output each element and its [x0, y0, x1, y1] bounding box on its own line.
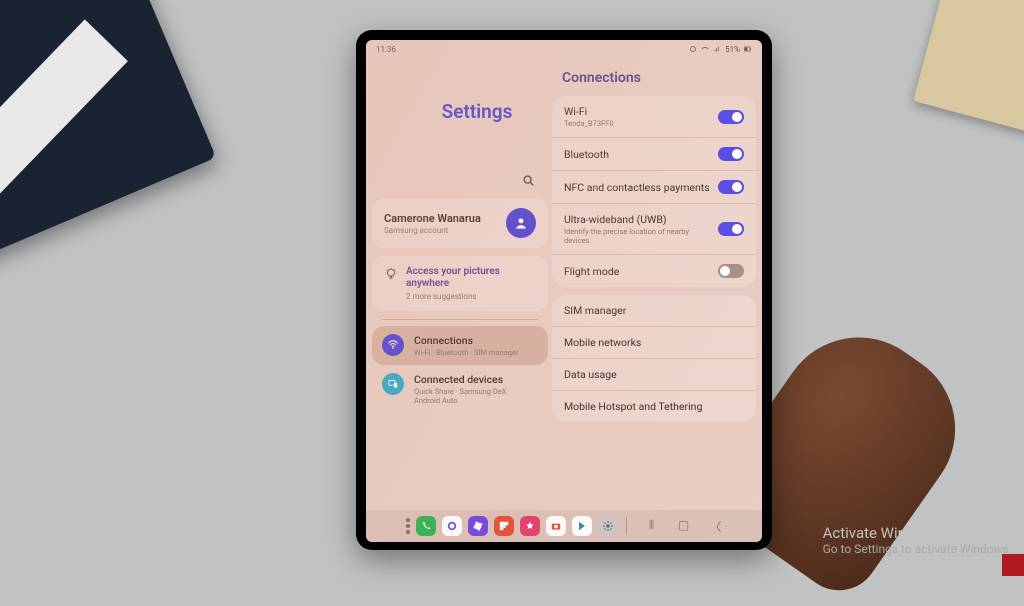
- app-phone[interactable]: [416, 516, 436, 536]
- status-bar[interactable]: 11:36 51%: [366, 40, 762, 58]
- person-icon: [514, 216, 528, 230]
- sidebar-item-connections[interactable]: Connections Wi-Fi · Bluetooth · SIM mana…: [372, 326, 548, 365]
- page-title: Settings: [372, 60, 548, 173]
- battery-icon: [744, 45, 752, 53]
- row-label: SIM manager: [564, 304, 626, 317]
- detail-pane: Connections Wi-FiTenda_B73FF0 Bluetooth NF…: [552, 60, 756, 510]
- row-label: Bluetooth: [564, 148, 609, 161]
- toggle-switch[interactable]: [718, 110, 744, 124]
- row-label: Mobile networks: [564, 336, 641, 349]
- nav-sub: Quick Share · Samsung DeX · Android Auto: [414, 387, 538, 405]
- row-label: Mobile Hotspot and Tethering: [564, 400, 702, 413]
- connections-group-2: SIM manager Mobile networks Data usage Mobi…: [552, 295, 756, 422]
- devices-icon: [382, 373, 404, 395]
- apps-drawer-icon[interactable]: [406, 524, 410, 528]
- nav-keys: ⦀ ▢ 〈: [645, 518, 723, 535]
- nav-sub: Wi-Fi · Bluetooth · SIM manager: [414, 348, 519, 357]
- battery-text: 51%: [725, 45, 740, 54]
- setting-row-nfc-and-contactless-payments[interactable]: NFC and contactless payments: [552, 170, 756, 203]
- row-label: Ultra-wideband (UWB): [564, 213, 694, 226]
- tip-sub: 2 more suggestions: [406, 292, 536, 301]
- wifi-icon: [382, 334, 404, 356]
- divider: [382, 319, 538, 320]
- watermark-sub: Go to Settings to activate Windows.: [823, 542, 1012, 556]
- account-name: Camerone Wanarua: [384, 212, 481, 225]
- nav-home[interactable]: ▢: [677, 518, 691, 535]
- row-label: Wi-Fi: [564, 105, 614, 118]
- app-flipboard[interactable]: [494, 516, 514, 536]
- camera-icon: [550, 520, 562, 532]
- tablet-screen: 11:36 51% Settings Cam: [366, 40, 762, 542]
- alarm-icon: [689, 45, 697, 53]
- taskbar-divider: [626, 517, 627, 535]
- gallery-icon: [524, 520, 536, 532]
- account-sub: Samsung account: [384, 226, 481, 235]
- browser-icon: [472, 520, 484, 532]
- row-sub: Identify the precise location of nearby …: [564, 227, 694, 245]
- setting-row-bluetooth[interactable]: Bluetooth: [552, 137, 756, 170]
- flipboard-icon: [498, 520, 510, 532]
- nav-recents[interactable]: ⦀: [645, 518, 659, 535]
- toggle-switch[interactable]: [718, 180, 744, 194]
- status-time: 11:36: [376, 45, 396, 54]
- connections-group-1: Wi-FiTenda_B73FF0 Bluetooth NFC and contac…: [552, 96, 756, 287]
- phone-icon: [420, 520, 432, 532]
- tablet-device: 11:36 51% Settings Cam: [356, 30, 772, 550]
- row-label: NFC and contactless payments: [564, 181, 710, 194]
- app-settings[interactable]: [598, 516, 618, 536]
- status-indicators: 51%: [689, 45, 752, 54]
- tip-card[interactable]: Access your pictures anywhere 2 more sug…: [372, 256, 548, 311]
- app-play[interactable]: [572, 516, 592, 536]
- app-messages[interactable]: [442, 516, 462, 536]
- row-sub: Tenda_B73FF0: [564, 119, 614, 128]
- sidebar-item-connected-devices[interactable]: Connected devices Quick Share · Samsung …: [372, 365, 548, 413]
- setting-row-sim-manager[interactable]: SIM manager: [552, 295, 756, 326]
- toggle-switch[interactable]: [718, 264, 744, 278]
- settings-list-pane: Settings Camerone Wanarua Samsung accoun…: [372, 60, 552, 510]
- account-card[interactable]: Camerone Wanarua Samsung account: [372, 198, 548, 248]
- search-icon: [522, 174, 536, 188]
- app-gallery[interactable]: [520, 516, 540, 536]
- setting-row-data-usage[interactable]: Data usage: [552, 358, 756, 390]
- row-label: Flight mode: [564, 265, 619, 278]
- lightbulb-icon: [384, 267, 398, 281]
- setting-row-ultra-wideband-uwb-[interactable]: Ultra-wideband (UWB)Identify the precise…: [552, 203, 756, 254]
- box-barcode: [0, 19, 128, 248]
- app-browser[interactable]: [468, 516, 488, 536]
- setting-row-wi-fi[interactable]: Wi-FiTenda_B73FF0: [552, 96, 756, 137]
- nav-back[interactable]: 〈: [709, 518, 723, 535]
- corner-badge: [1002, 554, 1024, 576]
- search-button[interactable]: [522, 173, 536, 192]
- nav-label: Connections: [414, 334, 519, 347]
- nav-label: Connected devices: [414, 373, 538, 386]
- watermark-title: Activate Windows: [823, 524, 1012, 542]
- play-icon: [576, 520, 588, 532]
- tip-title: Access your pictures anywhere: [406, 266, 536, 290]
- row-label: Data usage: [564, 368, 617, 381]
- app-camera[interactable]: [546, 516, 566, 536]
- settings-icon: [602, 520, 614, 532]
- avatar: [506, 208, 536, 238]
- setting-row-flight-mode[interactable]: Flight mode: [552, 254, 756, 287]
- product-box: Galaxy Z Fold6: [0, 0, 216, 290]
- setting-row-mobile-hotspot-and-tethering[interactable]: Mobile Hotspot and Tethering: [552, 390, 756, 422]
- signal-icon: [713, 45, 721, 53]
- wifi-icon: [701, 45, 709, 53]
- messages-icon: [446, 520, 458, 532]
- taskbar[interactable]: ⦀ ▢ 〈: [366, 510, 762, 542]
- setting-row-mobile-networks[interactable]: Mobile networks: [552, 326, 756, 358]
- windows-watermark: Activate Windows Go to Settings to activ…: [823, 524, 1012, 556]
- wood-prop: [913, 0, 1024, 134]
- toggle-switch[interactable]: [718, 147, 744, 161]
- toggle-switch[interactable]: [718, 222, 744, 236]
- detail-title: Connections: [552, 60, 756, 96]
